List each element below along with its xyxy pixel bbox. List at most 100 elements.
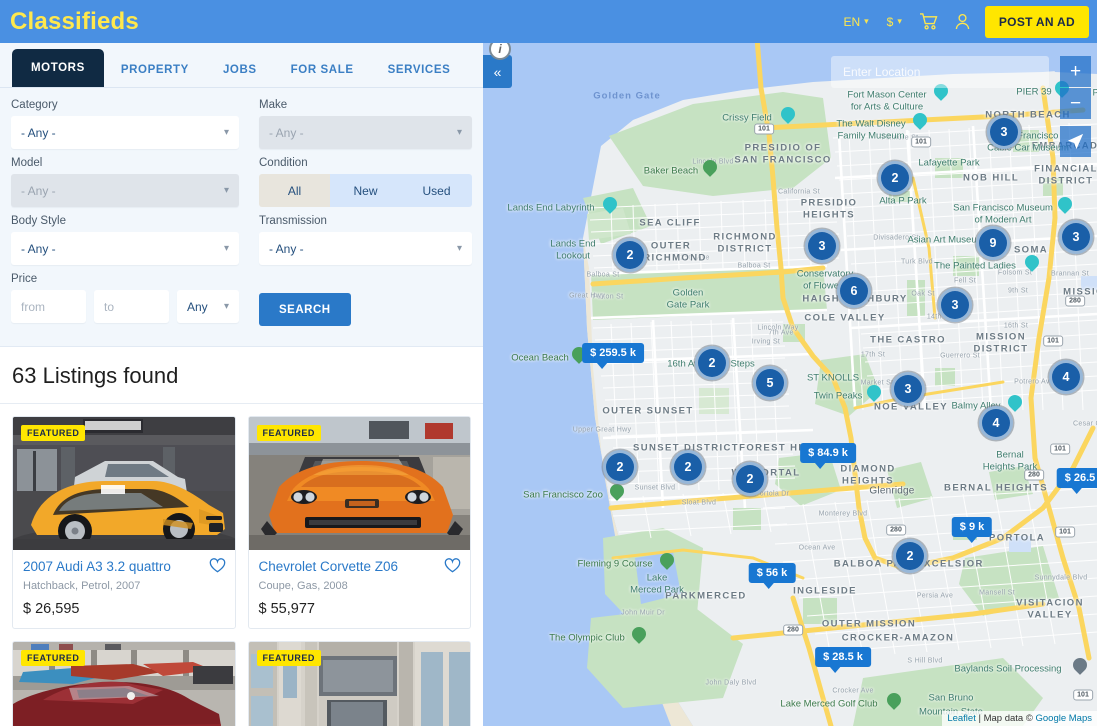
tab-jobs[interactable]: JOBS (206, 53, 274, 87)
map-poi-label: Gate Park (666, 299, 710, 311)
chevron-down-icon: ▾ (223, 127, 229, 138)
map-price-marker[interactable]: $ 26.5 (1056, 468, 1097, 494)
site-logo[interactable]: Classifieds (10, 8, 139, 36)
listing-title[interactable]: Chevrolet Corvette Z06 (259, 559, 461, 574)
body-style-value: - Any - (21, 241, 56, 256)
cart-icon[interactable] (911, 0, 946, 43)
map-cluster-marker[interactable]: 3 (938, 288, 972, 322)
map-price-marker[interactable]: $ 84.9 k (800, 443, 856, 469)
make-select[interactable]: - Any - ▾ (259, 116, 472, 149)
listing-thumbnail[interactable]: FEATURED (248, 642, 470, 726)
map-cluster-marker[interactable]: 5 (753, 366, 787, 400)
map-cluster-marker[interactable]: 2 (695, 346, 729, 380)
listing-title[interactable]: 2007 Audi A3 3.2 quattro (23, 559, 225, 574)
condition-option-new[interactable]: New (330, 174, 401, 207)
zoom-in-button[interactable]: + (1060, 56, 1091, 87)
map-cluster-marker[interactable]: 2 (733, 462, 767, 496)
map-poi-label: Lookout (556, 250, 590, 262)
map-poi-label: The Painted Ladies (934, 260, 1016, 272)
price-to-input[interactable] (94, 290, 169, 323)
map-cluster-marker[interactable]: 3 (805, 229, 839, 263)
map-cluster-marker[interactable]: 2 (613, 238, 647, 272)
featured-badge: FEATURED (21, 425, 86, 441)
chevron-down-icon: ▾ (223, 301, 229, 312)
map-area-label: COLE VALLEY (804, 312, 886, 324)
listing-card[interactable]: FEATURED (247, 416, 471, 629)
listing-card[interactable]: FEATURED (247, 641, 471, 726)
price-currency-select[interactable]: Any ▾ (177, 290, 239, 323)
category-select[interactable]: - Any - ▾ (11, 116, 239, 149)
favorite-heart-icon[interactable] (444, 558, 461, 573)
locate-me-button[interactable] (1060, 126, 1091, 157)
map-price-marker[interactable]: $ 56 k (748, 563, 796, 589)
tab-services[interactable]: SERVICES (371, 53, 468, 87)
collapse-panel-button[interactable]: « (483, 55, 512, 88)
map-street-label: Cesar Chavez (1073, 420, 1097, 428)
map-cluster-marker[interactable]: 2 (671, 450, 705, 484)
map-street-label: Turk Blvd (900, 258, 934, 266)
listing-card[interactable]: FEATURED (12, 416, 236, 629)
map-cluster-marker[interactable]: 2 (893, 539, 927, 573)
category-value: - Any - (21, 125, 56, 140)
tab-motors[interactable]: MOTORS (12, 49, 104, 87)
map-cluster-marker[interactable]: 3 (891, 372, 925, 406)
price-from-input[interactable] (11, 290, 86, 323)
map-poi-pin-icon (1004, 392, 1025, 413)
map-highway-shield: 101 (1055, 526, 1075, 538)
map-panel[interactable]: California St Balboa St Balboa St Fulton St… (483, 38, 1097, 726)
map-cluster-marker[interactable]: 2 (603, 450, 637, 484)
favorite-heart-icon[interactable] (209, 558, 226, 573)
user-icon[interactable] (946, 0, 979, 43)
search-button-cell: SEARCH (259, 273, 472, 326)
map-cluster-marker[interactable]: 2 (878, 161, 912, 195)
listing-thumbnail[interactable]: FEATURED (13, 642, 235, 726)
model-select[interactable]: - Any - ▾ (11, 174, 239, 207)
map-price-marker[interactable]: $ 28.5 k (815, 647, 871, 673)
map-cluster-marker[interactable]: 3 (1059, 220, 1093, 254)
map-poi-label: Crissy Field (722, 112, 772, 124)
map-poi-label: San Bruno (928, 692, 974, 704)
chevron-down-icon: ▾ (223, 185, 229, 196)
zoom-out-button[interactable]: − (1060, 88, 1091, 119)
listing-meta: Coupe, Gas, 2008 (258, 580, 348, 592)
language-selector[interactable]: EN ▾ (834, 0, 877, 43)
map-street-label: Sunnydale Blvd (1034, 574, 1088, 582)
make-label: Make (259, 99, 288, 111)
map-cluster-marker[interactable]: 4 (1049, 360, 1083, 394)
listing-thumbnail[interactable]: FEATURED (248, 417, 470, 550)
currency-selector[interactable]: $ ▾ (878, 0, 911, 43)
map-poi-pin-icon (699, 157, 720, 178)
map-cluster-marker[interactable]: 6 (837, 274, 871, 308)
map-cluster-marker[interactable]: 3 (987, 115, 1021, 149)
transmission-select[interactable]: - Any - ▾ (259, 232, 472, 265)
condition-option-used[interactable]: Used (401, 174, 472, 207)
location-search-input[interactable] (831, 56, 1049, 88)
chevron-down-icon: ▾ (864, 16, 869, 26)
map-street-label: Persia Ave (916, 592, 954, 600)
map-area-label: DISTRICT (973, 343, 1029, 355)
google-maps-link[interactable]: Google Maps (1035, 713, 1092, 724)
map-poi-label: Twin Peaks (813, 390, 863, 402)
tab-property[interactable]: PROPERTY (104, 53, 206, 87)
listing-card[interactable]: FEATURED (12, 641, 236, 726)
attribution-text: | Map data © (975, 713, 1036, 724)
map-cluster-marker[interactable]: 9 (976, 226, 1010, 260)
condition-option-all[interactable]: All (259, 174, 330, 207)
map-cluster-marker[interactable]: 4 (979, 406, 1013, 440)
map-street-label: Sunset Blvd (634, 484, 676, 492)
map-price-marker[interactable]: $ 9 k (951, 517, 993, 543)
map-canvas[interactable]: California St Balboa St Balboa St Fulton St… (483, 38, 1097, 726)
left-panel: MOTORS PROPERTY JOBS FOR SALE SERVICES C… (0, 43, 483, 726)
leaflet-link[interactable]: Leaflet (947, 713, 976, 724)
map-highway-shield: 101 (911, 136, 931, 148)
tab-for-sale[interactable]: FOR SALE (274, 53, 371, 87)
map-price-marker[interactable]: $ 259.5 k (582, 343, 644, 369)
post-an-ad-button[interactable]: POST AN AD (984, 5, 1089, 38)
body-style-select[interactable]: - Any - ▾ (11, 232, 239, 265)
map-street-label: Ocean Ave (798, 544, 836, 552)
map-poi-label: Lake (646, 572, 668, 584)
map-highway-shield: 280 (1065, 295, 1085, 307)
search-button[interactable]: SEARCH (259, 293, 351, 326)
listing-thumbnail[interactable]: FEATURED (13, 417, 235, 550)
map-area-label: HEIGHTS (802, 209, 856, 221)
